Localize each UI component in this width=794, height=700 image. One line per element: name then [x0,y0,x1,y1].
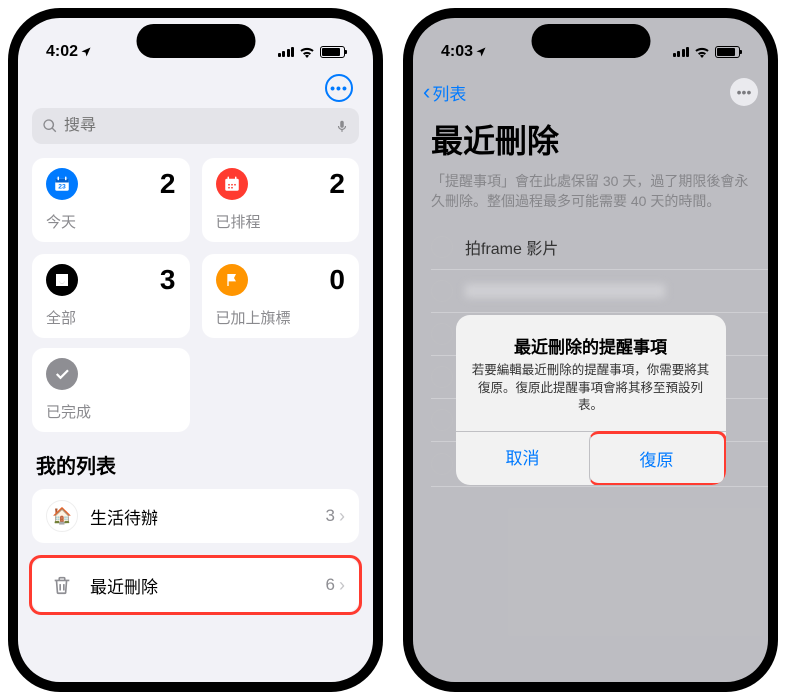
search-field[interactable] [32,108,359,144]
chevron-left-icon: ‹ [423,79,430,105]
card-all[interactable]: 3 全部 [32,254,190,338]
flag-icon [216,264,248,296]
more-button[interactable]: ••• [730,78,758,106]
inbox-icon [46,264,78,296]
list-item-count: 3 [326,506,335,526]
card-today[interactable]: 23 2 今天 [32,158,190,242]
back-label: 列表 [432,80,466,105]
card-all-label: 全部 [46,307,176,328]
deleted-item-text: 拍frame 影片 [465,235,558,259]
calendar-icon [216,168,248,200]
radio-icon[interactable] [431,366,453,388]
card-today-label: 今天 [46,211,176,232]
card-all-count: 3 [160,264,176,296]
battery-icon [715,46,740,58]
cancel-button[interactable]: 取消 [456,432,590,485]
card-flagged-label: 已加上旗標 [216,307,346,328]
card-today-count: 2 [160,168,176,200]
restore-button[interactable]: 復原 [589,431,726,485]
card-scheduled[interactable]: 2 已排程 [202,158,360,242]
list-item-label: 生活待辦 [90,504,326,529]
search-icon [42,118,58,134]
mic-icon[interactable] [335,117,349,135]
checkmark-icon [46,358,78,390]
trash-icon [46,569,78,601]
calendar-today-icon: 23 [46,168,78,200]
battery-icon [320,46,345,58]
card-scheduled-count: 2 [329,168,345,200]
back-button[interactable]: ‹ 列表 [423,79,466,105]
page-title: 最近刪除 [413,110,768,172]
radio-icon[interactable] [431,323,453,345]
wifi-icon [694,46,710,58]
card-scheduled-label: 已排程 [216,211,346,232]
card-completed[interactable]: 已完成 [32,348,190,432]
my-lists-header: 我的列表 [32,450,359,489]
list-item-label: 最近刪除 [90,573,326,598]
radio-icon[interactable] [431,236,453,258]
search-input[interactable] [64,117,335,135]
retention-info: 「提醒事項」會在此處保留 30 天，過了期限後會永久刪除。整個過程最多可能需要 … [413,172,768,225]
card-completed-label: 已完成 [46,401,176,422]
list-item-recently-deleted[interactable]: 最近刪除 6 › [32,558,359,612]
card-flagged-count: 0 [329,264,345,296]
house-icon: 🏠 [46,500,78,532]
radio-icon[interactable] [431,453,453,475]
radio-icon[interactable] [431,280,453,302]
svg-text:23: 23 [58,184,66,191]
wifi-icon [299,46,315,58]
deleted-item[interactable]: 拍frame 影片 [431,225,768,270]
my-lists: 🏠 生活待辦 3 › [32,489,359,543]
location-icon [475,46,487,58]
alert-title: 最近刪除的提醒事項 [472,333,710,358]
list-item-life[interactable]: 🏠 生活待辦 3 › [32,489,359,543]
chevron-right-icon: › [339,506,345,527]
cellular-icon [278,47,295,57]
deleted-item[interactable] [431,270,768,313]
status-time: 4:03 [441,43,473,61]
alert-dialog: 最近刪除的提醒事項 若要編輯最近刪除的提醒事項，你需要將其復原。復原此提醒事項會… [456,315,726,485]
redacted-text [465,284,665,298]
chevron-right-icon: › [339,575,345,596]
cellular-icon [673,47,690,57]
more-button[interactable]: ••• [325,74,353,102]
list-item-count: 6 [326,575,335,595]
status-time: 4:02 [46,43,78,61]
card-flagged[interactable]: 0 已加上旗標 [202,254,360,338]
alert-message: 若要編輯最近刪除的提醒事項，你需要將其復原。復原此提醒事項會將其移至預設列表。 [472,362,710,415]
radio-icon[interactable] [431,409,453,431]
location-icon [80,46,92,58]
